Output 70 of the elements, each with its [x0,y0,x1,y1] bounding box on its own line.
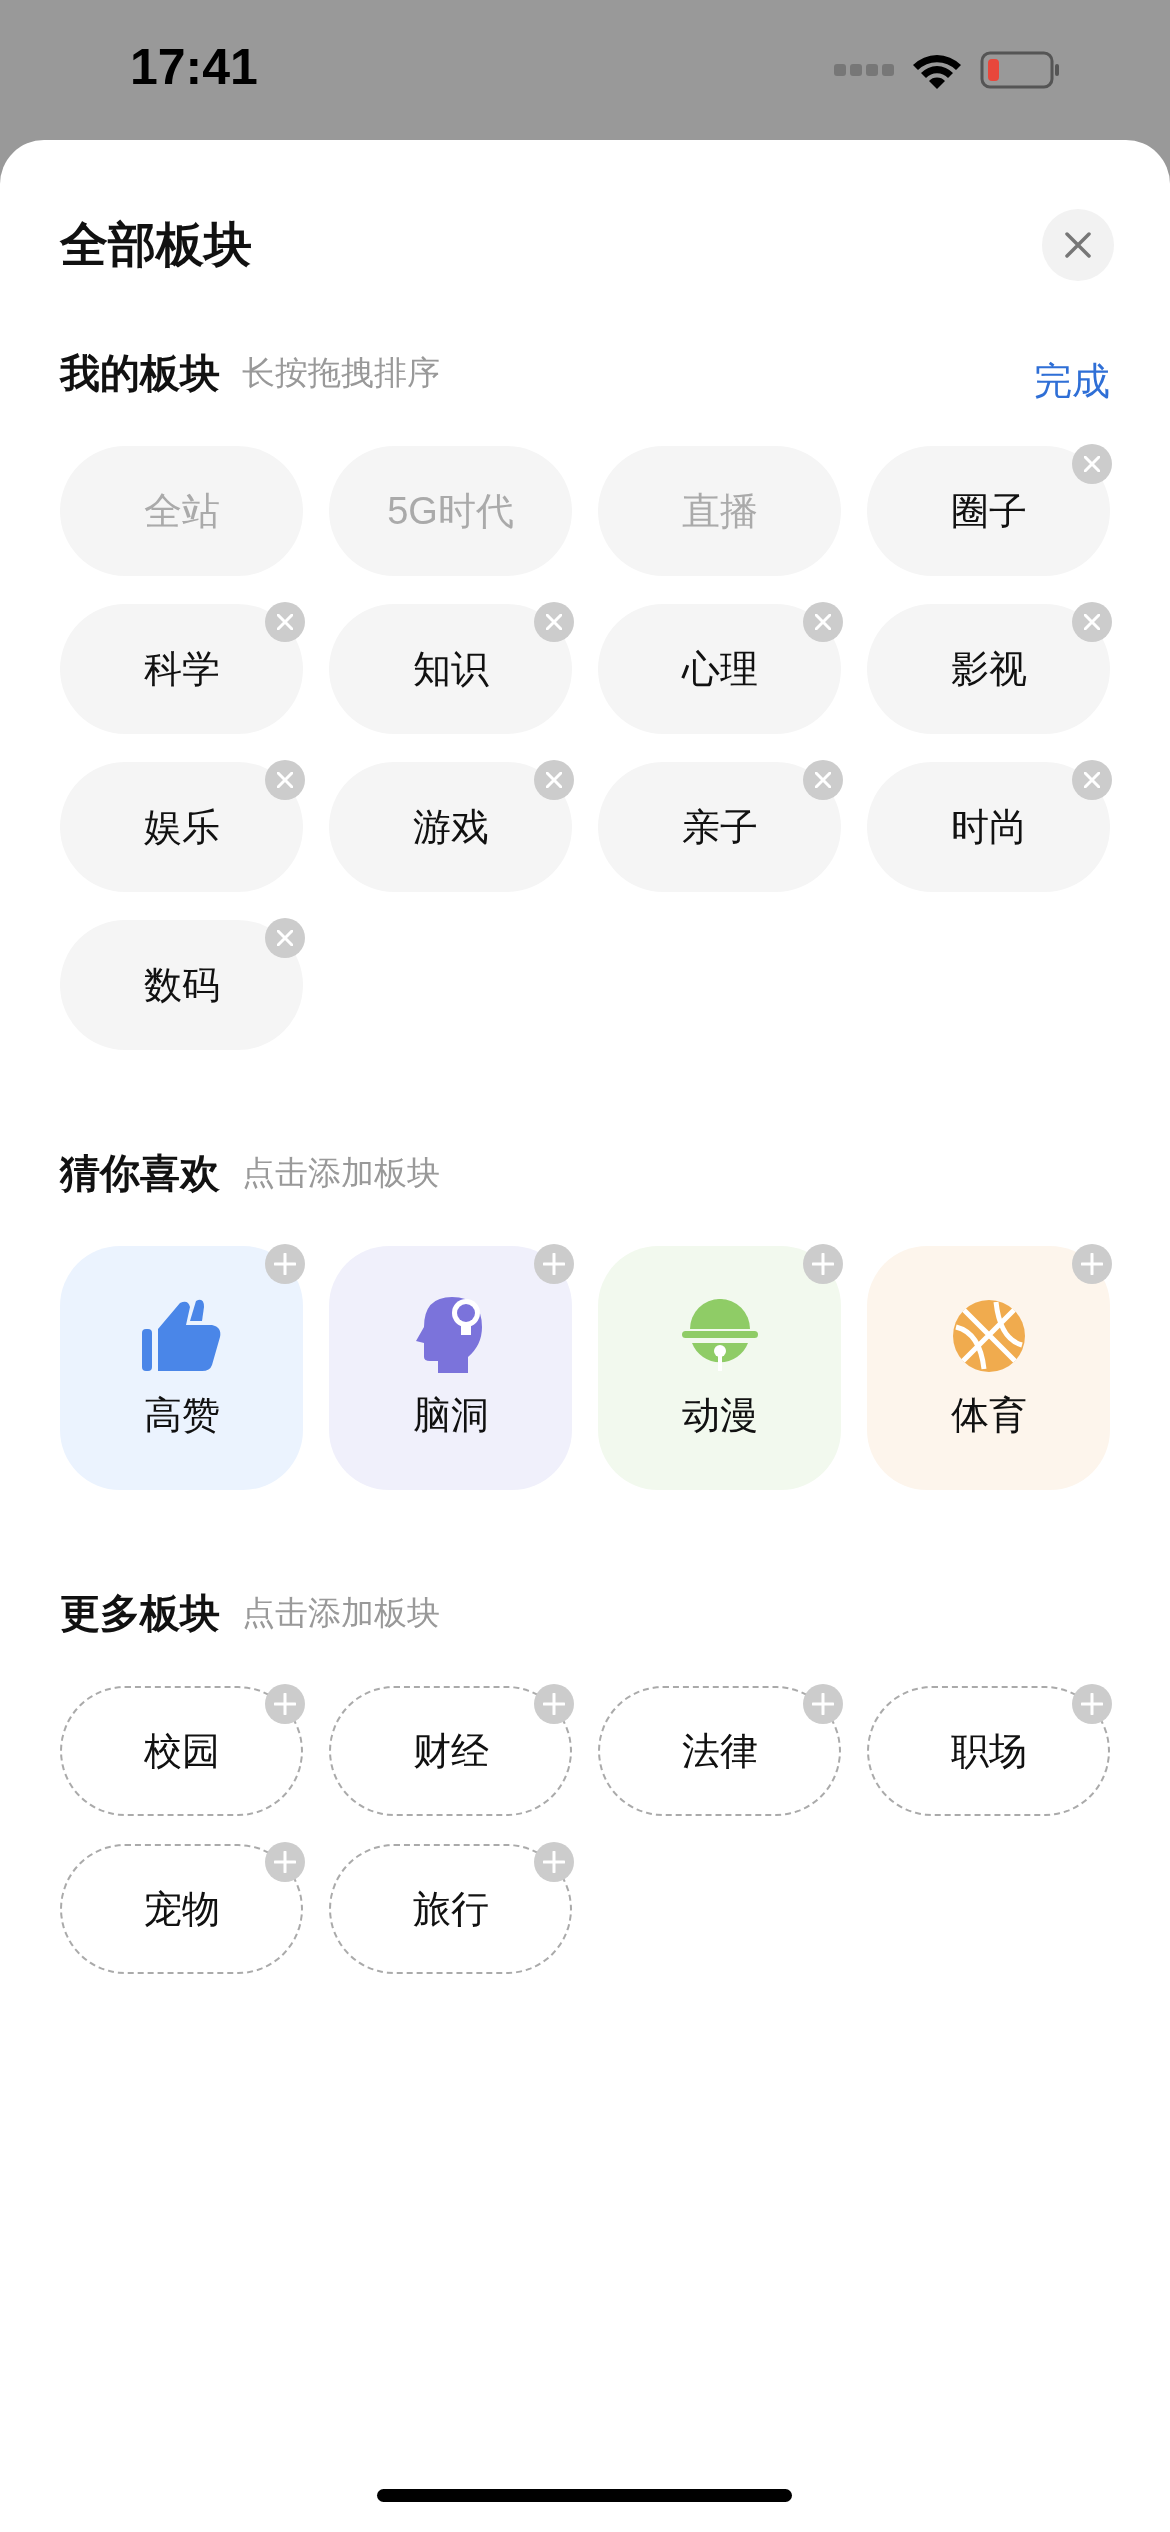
add-button[interactable] [1072,1244,1112,1284]
section-chip[interactable]: 娱乐 [60,762,303,892]
section-chip[interactable]: 知识 [329,604,572,734]
plus-icon [274,1851,296,1873]
plus-icon [812,1693,834,1715]
remove-button[interactable] [265,760,305,800]
tile-label: 脑洞 [412,1392,489,1438]
plus-icon [274,1253,296,1275]
remove-button[interactable] [1072,760,1112,800]
remove-button[interactable] [803,602,843,642]
add-button[interactable] [534,1244,574,1284]
remove-button[interactable] [265,602,305,642]
plus-icon [1081,1693,1103,1715]
tile-label: 高赞 [143,1392,220,1438]
signal-icon [834,62,894,78]
add-button[interactable] [534,1684,574,1724]
plus-icon [812,1253,834,1275]
section-hint: 点击添加板块 [242,1153,440,1194]
section-hint: 点击添加板块 [242,1593,440,1634]
add-button[interactable] [265,1244,305,1284]
add-button[interactable] [534,1842,574,1882]
battery-icon [980,51,1060,89]
close-icon [277,930,293,946]
section-title: 我的板块 [60,350,220,397]
plus-icon [543,1693,565,1715]
section-chip[interactable]: 数码 [60,920,303,1050]
add-button[interactable] [265,1684,305,1724]
close-icon [1084,456,1100,472]
sheet-title: 全部板块 [60,217,252,273]
remove-button[interactable] [1072,444,1112,484]
section-chip[interactable]: 科学 [60,604,303,734]
plus-icon [543,1851,565,1873]
section-chip[interactable]: 影视 [867,604,1110,734]
close-icon [815,772,831,788]
close-icon [277,614,293,630]
tile-label: 体育 [950,1392,1027,1438]
plus-icon [274,1693,296,1715]
suggested-tile[interactable]: 动漫 [598,1246,841,1490]
remove-button[interactable] [803,760,843,800]
section-chip[interactable]: 圈子 [867,446,1110,576]
add-button[interactable] [803,1684,843,1724]
remove-button[interactable] [265,918,305,958]
section-hint: 长按拖拽排序 [242,353,440,394]
plus-icon [543,1253,565,1275]
close-icon [1065,232,1091,258]
close-icon [1084,614,1100,630]
section-chip[interactable]: 亲子 [598,762,841,892]
add-button[interactable] [803,1244,843,1284]
close-icon [815,614,831,630]
tile-label: 动漫 [681,1392,758,1438]
close-icon [546,614,562,630]
section-chip[interactable]: 游戏 [329,762,572,892]
remove-button[interactable] [534,760,574,800]
add-button[interactable] [1072,1684,1112,1724]
plus-icon [1081,1253,1103,1275]
close-icon [546,772,562,788]
close-icon [1084,772,1100,788]
section-chip[interactable]: 时尚 [867,762,1110,892]
close-icon [277,772,293,788]
done-button[interactable]: 完成 [1034,352,1110,410]
section-title: 更多板块 [60,1590,220,1637]
add-button[interactable] [265,1842,305,1882]
suggested-tile[interactable]: 体育 [867,1246,1110,1490]
status-time: 17:41 [130,37,258,97]
section-chip[interactable]: 心理 [598,604,841,734]
suggested-tile[interactable]: 脑洞 [329,1246,572,1490]
section-title: 猜你喜欢 [60,1150,220,1197]
remove-button[interactable] [1072,602,1112,642]
remove-button[interactable] [534,602,574,642]
suggested-tile[interactable]: 高赞 [60,1246,303,1490]
